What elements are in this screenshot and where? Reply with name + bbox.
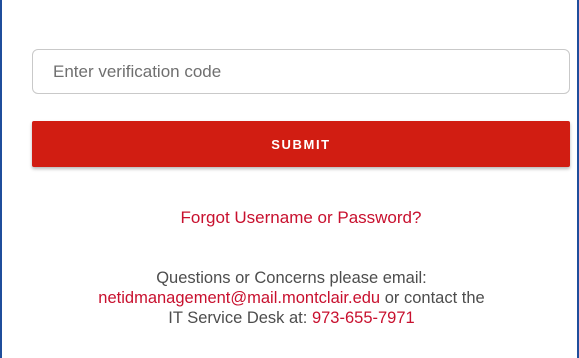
help-contact-connector: or contact the <box>380 289 485 307</box>
help-contact-text: Questions or Concerns please email: neti… <box>2 268 579 328</box>
login-panel: SUBMIT Forgot Username or Password? Ques… <box>0 0 579 358</box>
support-email-link[interactable]: netidmanagement@mail.montclair.edu <box>98 289 380 307</box>
service-desk-phone-link[interactable]: 973-655-7971 <box>312 309 415 327</box>
help-line-questions: Questions or Concerns please email: <box>156 269 427 287</box>
submit-button[interactable]: SUBMIT <box>32 121 570 167</box>
help-line-service-desk: IT Service Desk at: 973-655-7971 <box>2 308 579 328</box>
help-line-email: netidmanagement@mail.montclair.edu or co… <box>2 288 579 308</box>
forgot-credentials-link[interactable]: Forgot Username or Password? <box>32 208 570 228</box>
service-desk-label: IT Service Desk at: <box>168 309 312 327</box>
verification-code-input[interactable] <box>32 49 570 94</box>
